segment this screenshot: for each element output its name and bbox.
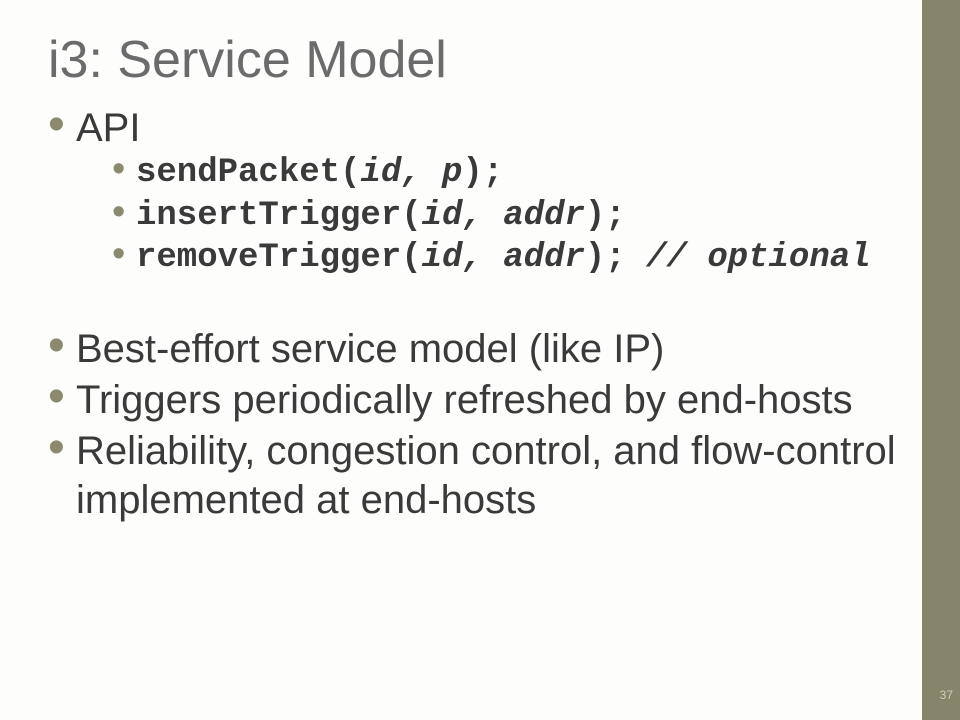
code-part: ); (585, 239, 646, 277)
bullet-api: API sendPacket(id, p); insertTrigger(id,… (48, 104, 902, 323)
code-args: id, addr (422, 197, 585, 235)
bullet-text: Reliability, congestion control, and flo… (76, 429, 896, 522)
code-part: ); (585, 197, 626, 235)
page-number: 37 (940, 688, 953, 702)
code-part: insertTrigger( (136, 197, 422, 235)
bullet-text: Best-effort service model (like IP) (76, 327, 664, 371)
spacer (76, 295, 902, 323)
api-sendpacket: sendPacket(id, p); (112, 153, 902, 194)
right-accent-bar: 37 (922, 0, 960, 720)
code-args: id, addr (422, 239, 585, 277)
slide-body: i3: Service Model API sendPacket(id, p);… (0, 0, 922, 720)
bullet-list: API sendPacket(id, p); insertTrigger(id,… (48, 104, 902, 524)
slide-title: i3: Service Model (48, 30, 902, 90)
code-args: id, p (360, 154, 462, 192)
bullet-triggers: Triggers periodically refreshed by end-h… (48, 376, 902, 425)
code-part: sendPacket( (136, 154, 360, 192)
api-inserttrigger: insertTrigger(id, addr); (112, 196, 902, 237)
api-removetrigger: removeTrigger(id, addr); // optional (112, 238, 902, 279)
code-part: ); (462, 154, 503, 192)
bullet-reliability: Reliability, congestion control, and flo… (48, 427, 902, 525)
bullet-besteffort: Best-effort service model (like IP) (48, 325, 902, 374)
bullet-api-text: API (76, 106, 140, 150)
bullet-text: Triggers periodically refreshed by end-h… (76, 378, 853, 422)
api-sublist: sendPacket(id, p); insertTrigger(id, add… (76, 153, 902, 279)
code-comment: // optional (646, 239, 870, 277)
code-part: removeTrigger( (136, 239, 422, 277)
